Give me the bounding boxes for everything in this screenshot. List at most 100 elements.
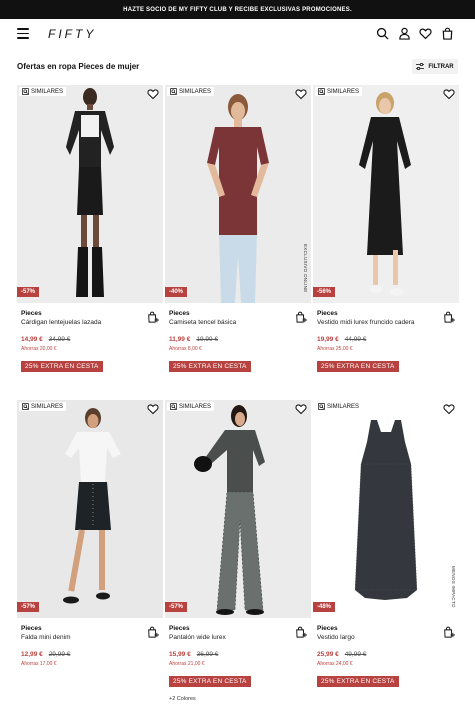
filter-label: FILTRAR	[428, 63, 454, 70]
similar-products-button[interactable]: SIMILARES	[315, 402, 363, 411]
favorite-heart-icon[interactable]	[295, 88, 307, 100]
filter-button[interactable]: FILTRAR	[412, 59, 458, 74]
savings-text: Ahorras 17,00 €	[21, 661, 57, 667]
product-image[interactable]: SIMILARES EXCLUSIVO ONLINE -40%	[165, 85, 311, 303]
product-brand: Pieces	[21, 310, 42, 317]
similar-products-button[interactable]: SIMILARES	[167, 402, 215, 411]
menu-icon[interactable]	[17, 28, 29, 39]
product-card[interactable]: SIMILARES -57% Pieces Cárdigan lentejuel…	[17, 85, 163, 373]
original-price: 29,99 €	[48, 651, 71, 658]
similar-products-button[interactable]: SIMILARES	[315, 87, 363, 96]
product-image[interactable]: SIMILARES MENOS IMPACTO -48%	[313, 400, 459, 618]
product-name[interactable]: Camiseta tencel básica	[169, 319, 311, 326]
similares-label: SIMILARES	[179, 88, 212, 95]
extra-discount-badge: 25% EXTRA EN CESTA	[317, 676, 399, 687]
favorite-heart-icon[interactable]	[147, 88, 159, 100]
add-to-bag-icon[interactable]	[443, 626, 455, 638]
similares-label: SIMILARES	[327, 403, 360, 410]
favorite-heart-icon[interactable]	[443, 403, 455, 415]
similares-label: SIMILARES	[31, 88, 64, 95]
product-brand: Pieces	[317, 310, 338, 317]
add-to-bag-icon[interactable]	[147, 626, 159, 638]
more-colors-link[interactable]: +2 Colores	[169, 696, 311, 702]
filter-icon	[416, 63, 425, 70]
add-to-bag-icon[interactable]	[295, 626, 307, 638]
savings-text: Ahorras 25,00 €	[317, 346, 353, 352]
product-image[interactable]: SIMILARES -56%	[313, 85, 459, 303]
product-card[interactable]: SIMILARES EXCLUSIVO ONLINE -40% Pieces C…	[165, 85, 311, 373]
add-to-bag-icon[interactable]	[295, 311, 307, 323]
favorite-heart-icon[interactable]	[147, 403, 159, 415]
product-card[interactable]: SIMILARES MENOS IMPACTO -48% Pieces Vest…	[313, 400, 459, 688]
product-name[interactable]: Cárdigan lentejuelas lazada	[21, 319, 163, 326]
product-photo	[17, 400, 163, 618]
product-photo	[17, 85, 163, 303]
sale-price: 15,99 €	[169, 651, 191, 658]
sale-price: 19,99 €	[317, 336, 339, 343]
product-card[interactable]: SIMILARES -57% Pieces Falda mini denim 1…	[17, 400, 163, 667]
user-icon[interactable]	[398, 27, 411, 40]
product-name[interactable]: Vestido midi lurex fruncido cadera	[317, 319, 459, 326]
discount-badge: -40%	[165, 287, 188, 297]
add-to-bag-icon[interactable]	[443, 311, 455, 323]
product-photo	[165, 400, 311, 618]
product-image[interactable]: SIMILARES -57%	[17, 400, 163, 618]
product-name[interactable]: Vestido largo	[317, 634, 459, 641]
similares-label: SIMILARES	[31, 403, 64, 410]
visual-search-icon	[170, 403, 177, 410]
extra-discount-badge: 25% EXTRA EN CESTA	[317, 361, 399, 372]
original-price: 49,99 €	[344, 651, 367, 658]
visual-search-icon	[170, 88, 177, 95]
similar-products-button[interactable]: SIMILARES	[167, 87, 215, 96]
savings-text: Ahorras 20,00 €	[21, 346, 57, 352]
extra-discount-badge: 25% EXTRA EN CESTA	[21, 361, 103, 372]
add-to-bag-icon[interactable]	[147, 311, 159, 323]
product-image[interactable]: SIMILARES -57%	[17, 85, 163, 303]
sale-price: 14,99 €	[21, 336, 43, 343]
discount-badge: -56%	[313, 287, 336, 297]
product-brand: Pieces	[21, 625, 42, 632]
product-name[interactable]: Falda mini denim	[21, 634, 163, 641]
original-price: 19,99 €	[196, 336, 219, 343]
similares-label: SIMILARES	[179, 403, 212, 410]
discount-badge: -57%	[17, 287, 40, 297]
savings-text: Ahorras 21,00 €	[169, 661, 205, 667]
page-title: Ofertas en ropa Pieces de mujer	[17, 62, 140, 71]
product-photo	[313, 400, 459, 618]
promo-bar[interactable]: HAZTE SOCIO DE MY FIFTY CLUB Y RECIBE EX…	[0, 0, 475, 19]
product-card[interactable]: SIMILARES -56% Pieces Vestido midi lurex…	[313, 85, 459, 373]
sale-price: 12,99 €	[21, 651, 43, 658]
product-photo	[165, 85, 311, 303]
savings-text: Ahorras 8,00 €	[169, 346, 202, 352]
similar-products-button[interactable]: SIMILARES	[19, 87, 67, 96]
favorite-heart-icon[interactable]	[443, 88, 455, 100]
product-brand: Pieces	[317, 625, 338, 632]
similares-label: SIMILARES	[327, 88, 360, 95]
product-brand: Pieces	[169, 625, 190, 632]
original-price: 36,99 €	[196, 651, 219, 658]
search-icon[interactable]	[376, 27, 389, 40]
visual-search-icon	[22, 403, 29, 410]
product-name[interactable]: Pantalón wide lurex	[169, 634, 311, 641]
product-image[interactable]: SIMILARES -57%	[165, 400, 311, 618]
similar-products-button[interactable]: SIMILARES	[19, 402, 67, 411]
sale-price: 11,99 €	[169, 336, 191, 343]
discount-badge: -48%	[313, 602, 336, 612]
product-brand: Pieces	[169, 310, 190, 317]
site-header: FIFTY	[0, 19, 475, 49]
fifty-logo[interactable]: FIFTY	[48, 27, 96, 41]
original-price: 44,99 €	[344, 336, 367, 343]
original-price: 34,99 €	[48, 336, 71, 343]
extra-discount-badge: 25% EXTRA EN CESTA	[169, 676, 251, 687]
product-card[interactable]: SIMILARES -57% Pieces Pantalón wide lure…	[165, 400, 311, 702]
favorite-heart-icon[interactable]	[295, 403, 307, 415]
visual-search-icon	[22, 88, 29, 95]
visual-search-icon	[318, 403, 325, 410]
extra-discount-badge: 25% EXTRA EN CESTA	[169, 361, 251, 372]
exclusive-online-label: EXCLUSIVO ONLINE	[303, 244, 308, 293]
shopping-bag-icon[interactable]	[441, 27, 454, 40]
discount-badge: -57%	[17, 602, 40, 612]
product-photo	[313, 85, 459, 303]
heart-icon[interactable]	[419, 27, 432, 40]
visual-search-icon	[318, 88, 325, 95]
